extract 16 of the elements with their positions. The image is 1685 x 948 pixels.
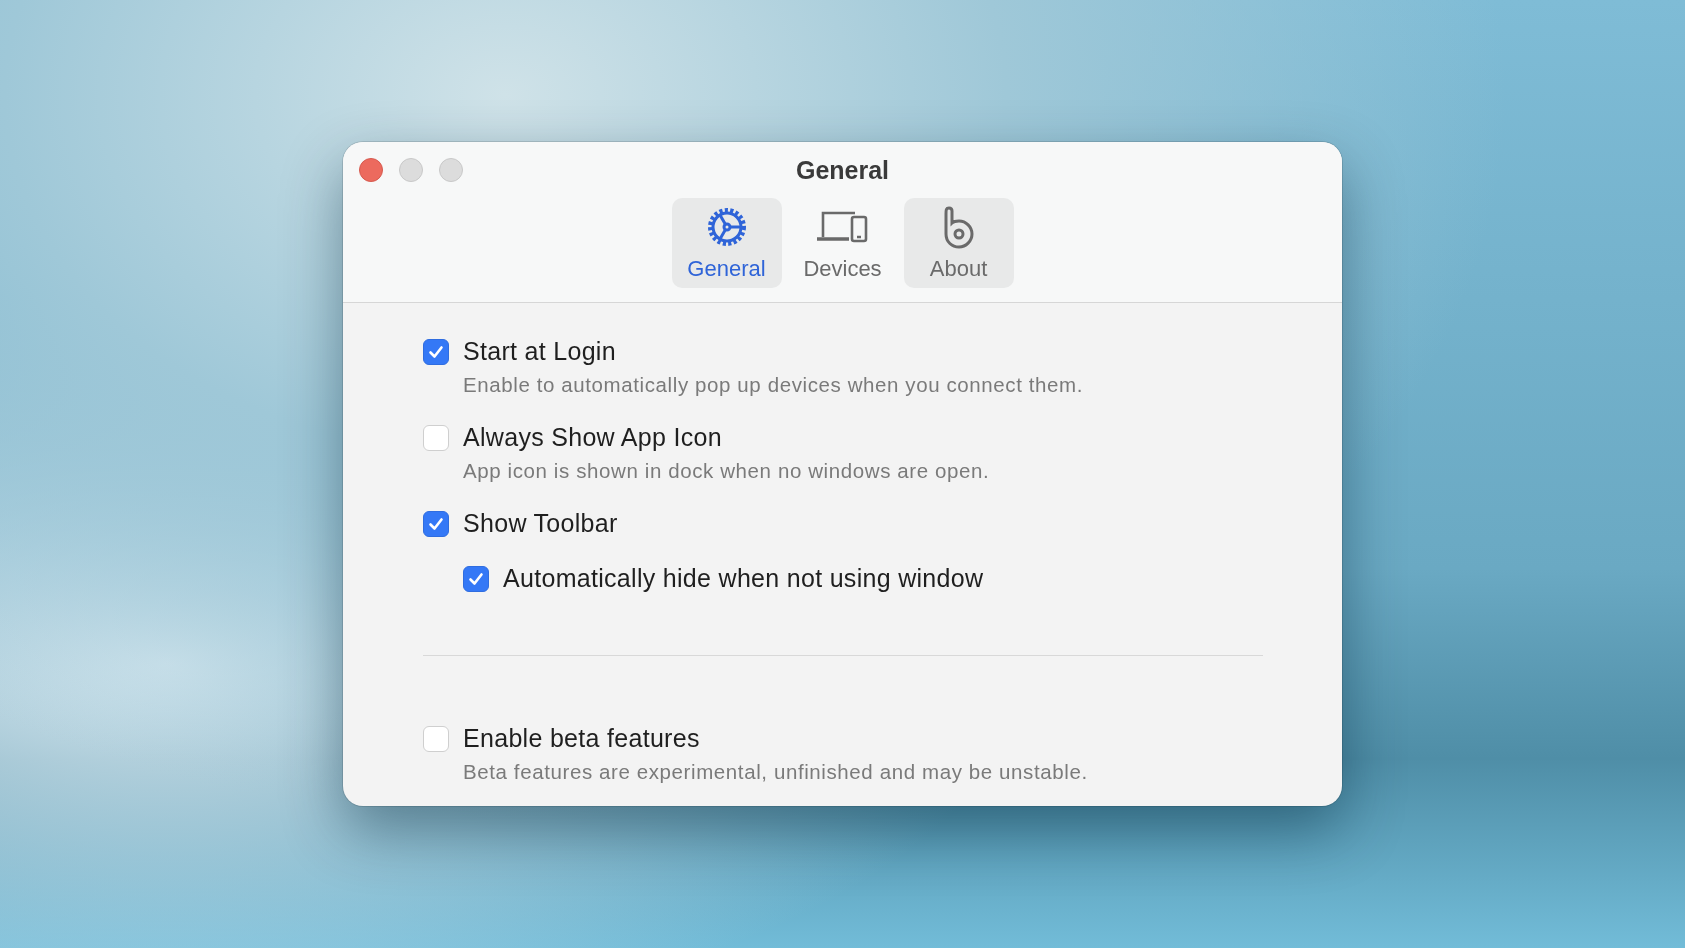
option-description: App icon is shown in dock when no windows are open. [463,459,991,483]
option-label: Show Toolbar [463,509,618,538]
close-button[interactable] [359,158,383,182]
toolbar-tab[interactable]: About [903,198,1014,288]
option-label: Start at Login [463,337,616,366]
option-description: Enable to automatically pop up devices when you connect them. [463,373,1085,397]
checkbox[interactable] [463,565,489,592]
checkbox[interactable] [423,338,449,365]
toolbar-tab[interactable]: General [671,198,782,288]
option-label: Automatically hide when not using window [503,564,984,593]
checkbox[interactable] [423,510,449,537]
option-description: Beta features are experimental, unfinished and may be unstable. [463,760,1089,784]
option-label: Enable beta features [463,724,700,753]
toolbar-tab[interactable]: Devices [787,198,898,288]
option-label: Always Show App Icon [463,423,722,452]
window-title: General [795,155,890,186]
